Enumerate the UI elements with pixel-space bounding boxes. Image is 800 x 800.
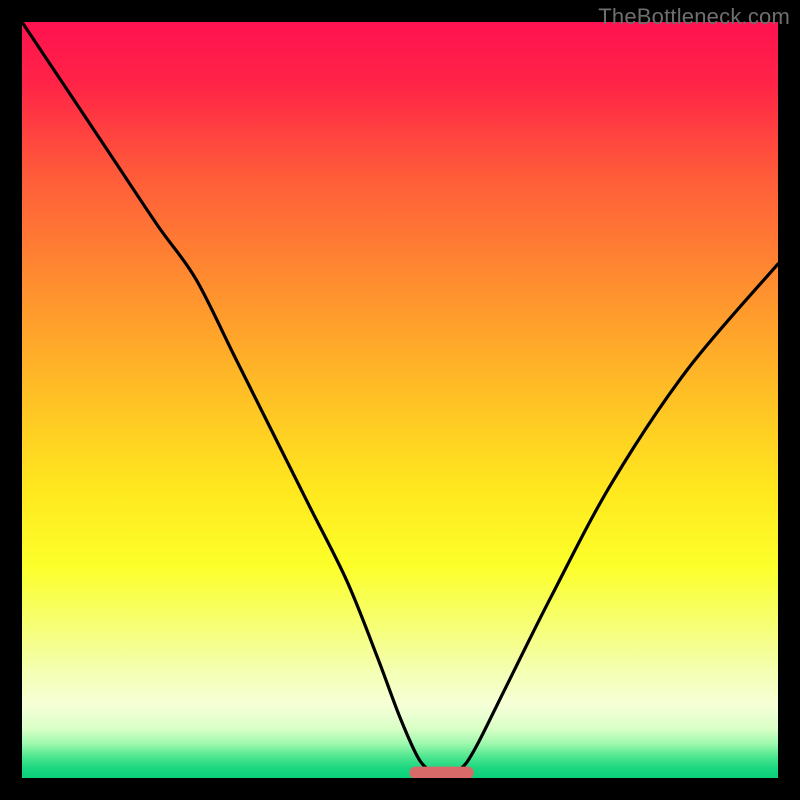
watermark-text: TheBottleneck.com [598,4,790,30]
bottleneck-plot [22,22,778,778]
optimal-marker [409,767,473,778]
app-frame: TheBottleneck.com [0,0,800,800]
